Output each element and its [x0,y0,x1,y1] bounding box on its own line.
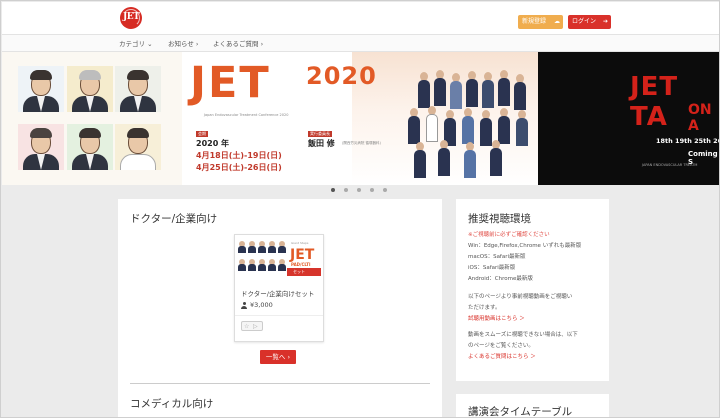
env-line-ios: iOS：Safari最新版 [468,265,516,271]
nav-item-category[interactable]: カテゴリ ⌄ [119,38,153,48]
section-divider [130,383,430,384]
group-photo [404,70,536,182]
card-action-buttons: ☆ ▷ [241,321,263,331]
login-button[interactable]: ログイン ➔ [568,15,611,29]
timetable-heading: 講演会タイムテーブル [468,406,573,418]
view-list-button[interactable]: 一覧へ › [260,350,296,364]
nav-item-news[interactable]: お知らせ › [168,38,199,48]
trial-video-link[interactable]: 試聴用動画はこちら ＞ [468,314,525,322]
period-tag: 会期 [196,131,208,137]
star-icon[interactable]: ☆ [244,323,249,330]
environment-warning: ※ご視聴前に必ずご確認ください [468,232,550,238]
nav-item-faq[interactable]: よくあるご質問 › [213,38,263,48]
tour-dates: 18th 19th 25th 26th [656,137,719,145]
product-title[interactable]: ドクター/企業向けセット [241,288,314,298]
tour-on: ON A [688,102,712,134]
portrait-6 [115,124,161,170]
chair-affiliation: (関西労災病院 循環器科) [342,141,381,145]
portrait-5 [67,124,113,170]
product-image: Giant Steps JET PAD/CLTI セット [235,235,323,280]
env-note-1a: 以下のページより事前視聴動画をご視聴い [468,294,573,300]
browser-frame: JET 新規登録 ☁ ログイン ➔ カテゴリ ⌄ お知らせ › よくあるご質問 … [0,0,720,418]
portrait-3 [115,66,161,112]
hero-carousel[interactable]: JET 2020 Japan Endovascular Treatment Co… [2,52,719,185]
chair-name: 飯田 修 [308,139,335,148]
environment-panel: 推奨視聴環境 ※ご視聴前に必ずご確認ください Win：Edge,Firefox,… [456,199,609,381]
sign-in-icon: ➔ [602,18,608,25]
cloud-icon: ☁ [554,18,560,25]
jet-subtitle: Japan Endovascular Treatment Conference … [204,113,289,117]
jet-year: 2020 [306,62,377,90]
env-line-win: Win：Edge,Firefox,Chrome いずれも最新版 [468,243,582,249]
card-image-set: セット [293,269,305,274]
person-icon [241,302,247,309]
carousel-indicators [331,188,401,194]
carousel-dot-5[interactable] [383,188,387,192]
portrait-1 [18,66,64,112]
carousel-dot-2[interactable] [344,188,348,192]
card-image-sub: Giant Steps [291,241,309,245]
doctors-heading: ドクター/企業向け [130,213,218,225]
register-label: 新規登録 [522,18,547,25]
main-nav: カテゴリ ⌄ お知らせ › よくあるご質問 › [2,34,719,52]
period-year: 2020 年 [196,139,230,148]
comedical-heading: コメディカル向け [130,398,214,410]
carousel-dot-1[interactable] [331,188,335,192]
slide-jet2020[interactable]: JET 2020 Japan Endovascular Treatment Co… [182,52,538,185]
faq-link[interactable]: よくあるご質問はこちら ＞ [468,352,536,360]
slide-jet-tour[interactable]: JET TA ON A 18th 19th 25th 26th Coming S… [538,52,719,185]
product-card[interactable]: Giant Steps JET PAD/CLTI セット ドクター/企業向けセッ… [234,234,324,342]
product-price-row: ¥3,000 [241,301,273,309]
env-note-1b: ただけます。 [468,305,501,311]
period-date-1: 4月18日(土)-19日(日) [196,151,282,160]
card-image-title: JET [290,247,315,263]
portrait-2 [67,66,113,112]
products-panel: ドクター/企業向け Giant Steps JET PAD/CLTI セット ド… [118,199,442,417]
environment-heading: 推奨視聴環境 [468,213,531,225]
timetable-panel: 講演会タイムテーブル [456,394,609,418]
tour-small: JAPAN ENDOVASCULAR TREATM [642,163,698,167]
portrait-4 [18,124,64,170]
register-button[interactable]: 新規登録 ☁ [518,15,563,29]
login-label: ログイン [572,18,597,25]
play-icon[interactable]: ▷ [253,323,258,330]
site-header: JET 新規登録 ☁ ログイン ➔ [2,2,719,34]
period-date-2: 4月25日(土)-26日(日) [196,163,282,172]
slide-portraits [2,52,182,185]
env-note-2b: のページをご覧ください。 [468,343,534,349]
site-logo[interactable]: JET [120,7,142,29]
jet-title: JET [190,58,271,108]
carousel-dot-3[interactable] [357,188,361,192]
env-line-android: Android：Chrome最新版 [468,276,533,282]
chair-tag: 実行委員長 [308,131,332,137]
env-note-2a: 動画をスムーズに視聴できない場合は、以下 [468,332,578,338]
card-image-tag: PAD/CLTI [291,262,311,267]
product-price: ¥3,000 [250,301,273,309]
env-line-mac: macOS：Safari最新版 [468,254,526,260]
logo-text: JET [123,12,140,22]
carousel-dot-4[interactable] [370,188,374,192]
